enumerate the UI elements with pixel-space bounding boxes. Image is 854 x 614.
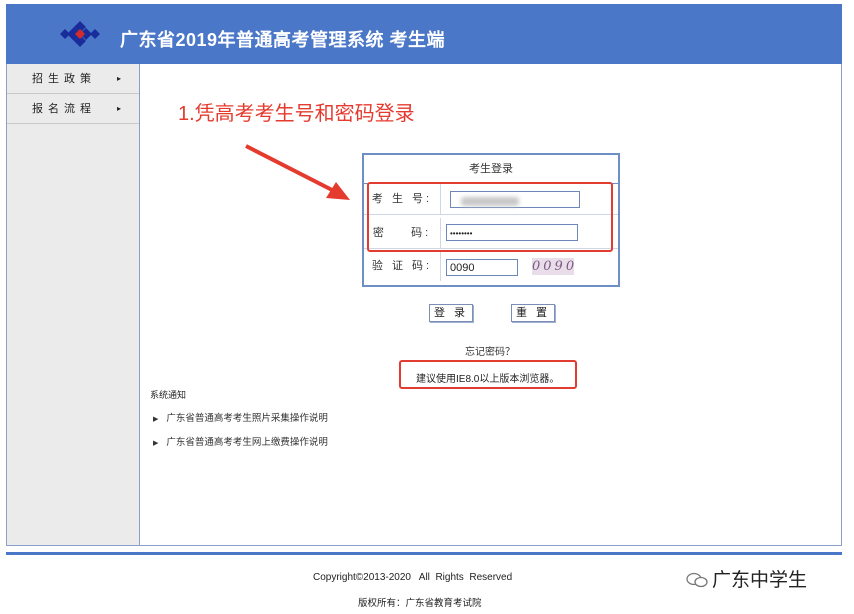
owner-text: 版权所有：广东省教育考试院 — [358, 598, 482, 609]
login-title: 考生登录 — [364, 155, 618, 184]
site-title: 广东省2019年普通高考管理系统 考生端 — [120, 30, 446, 50]
captcha-label: 验 证 码: — [364, 251, 441, 281]
notice-item[interactable]: ▶ 广东省普通高考考生照片采集操作说明 — [153, 410, 328, 424]
sidebar-item-label: 报名流程 — [32, 103, 96, 115]
captcha-row: 验 证 码: 0090 0090 — [364, 251, 618, 281]
captcha-image[interactable]: 0090 — [532, 258, 574, 275]
content-frame: 招生政策 ▸ 报名流程 ▸ — [6, 64, 842, 546]
reset-button[interactable]: 重 置 — [511, 304, 555, 322]
sidebar-item-registration-process[interactable]: 报名流程 ▸ — [7, 94, 139, 124]
chevron-right-icon: ▸ — [116, 104, 121, 113]
chevron-right-icon: ▸ — [116, 74, 121, 83]
copyright-text: Copyright©2013-2020 All Rights Reserved — [313, 572, 513, 583]
diamond-logo-icon — [60, 21, 100, 47]
captcha-input[interactable]: 0090 — [446, 259, 518, 276]
forgot-password-link[interactable]: 忘记密码？ — [465, 343, 515, 358]
highlight-credentials-box — [367, 182, 613, 252]
notice-link[interactable]: 广东省普通高考考生照片采集操作说明 — [166, 413, 328, 424]
watermark: 广东中学生 — [686, 565, 807, 592]
annotation-text: 1.凭高考考生号和密码登录 — [178, 103, 415, 125]
header-bar: 广东省2019年普通高考管理系统 考生端 — [6, 4, 842, 64]
footer-divider — [6, 552, 842, 555]
notice-item[interactable]: ▶ 广东省普通高考考生网上缴费操作说明 — [153, 434, 328, 448]
watermark-text: 广东中学生 — [712, 570, 808, 591]
login-button[interactable]: 登 录 — [429, 304, 473, 322]
notice-title: 系统通知 — [150, 390, 187, 400]
sidebar-item-admission-policy[interactable]: 招生政策 ▸ — [7, 64, 139, 94]
wechat-icon — [686, 572, 708, 588]
sidebar: 招生政策 ▸ 报名流程 ▸ — [7, 64, 140, 545]
sidebar-item-label: 招生政策 — [32, 73, 96, 85]
bullet-triangle-icon: ▶ — [153, 416, 159, 423]
notice-link[interactable]: 广东省普通高考考生网上缴费操作说明 — [166, 437, 328, 448]
red-arrow-icon — [245, 144, 350, 200]
browser-tip: 建议使用IE8.0以上版本浏览器。 — [416, 374, 560, 385]
bullet-triangle-icon: ▶ — [153, 440, 159, 447]
